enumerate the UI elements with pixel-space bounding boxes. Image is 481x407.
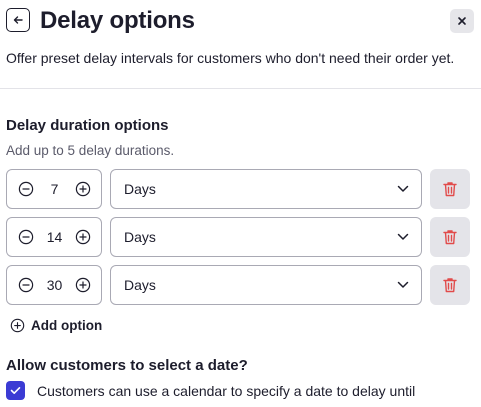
modal-header: Delay options <box>6 6 474 36</box>
close-icon <box>458 17 466 25</box>
plus-circle-icon <box>75 277 91 293</box>
decrement-button[interactable] <box>18 277 34 293</box>
calendar-option: Customers can use a calendar to specify … <box>6 381 415 400</box>
trash-icon <box>443 278 457 293</box>
arrow-left-icon <box>13 16 23 24</box>
duration-unit-value: Days <box>124 229 156 245</box>
chevron-down-icon <box>397 281 409 288</box>
plus-circle-icon <box>75 229 91 245</box>
checkmark-icon <box>10 387 21 394</box>
divider <box>0 88 481 89</box>
page-title: Delay options <box>40 7 195 34</box>
close-button[interactable] <box>450 9 474 33</box>
trash-icon <box>443 230 457 245</box>
duration-row: 7 Days <box>6 169 470 209</box>
duration-unit-select[interactable]: Days <box>110 265 422 305</box>
minus-circle-icon <box>18 181 34 197</box>
delete-duration-button[interactable] <box>430 265 470 305</box>
increment-button[interactable] <box>75 181 91 197</box>
plus-circle-icon <box>10 318 25 333</box>
plus-circle-icon <box>75 181 91 197</box>
delete-duration-button[interactable] <box>430 217 470 257</box>
duration-row: 30 Days <box>6 265 470 305</box>
trash-icon <box>443 182 457 197</box>
page-subtitle: Offer preset delay intervals for custome… <box>6 50 455 66</box>
duration-unit-select[interactable]: Days <box>110 217 422 257</box>
duration-value[interactable]: 30 <box>40 277 70 293</box>
calendar-checkbox-label[interactable]: Customers can use a calendar to specify … <box>37 383 415 399</box>
duration-stepper: 7 <box>6 169 102 209</box>
duration-unit-value: Days <box>124 277 156 293</box>
chevron-down-icon <box>397 233 409 240</box>
duration-value[interactable]: 7 <box>40 181 70 197</box>
add-option-button[interactable]: Add option <box>10 318 102 333</box>
increment-button[interactable] <box>75 229 91 245</box>
back-button[interactable] <box>6 8 30 32</box>
chevron-down-icon <box>397 185 409 192</box>
duration-unit-value: Days <box>124 181 156 197</box>
decrement-button[interactable] <box>18 181 34 197</box>
duration-value[interactable]: 14 <box>40 229 70 245</box>
delay-durations-hint: Add up to 5 delay durations. <box>6 143 175 158</box>
increment-button[interactable] <box>75 277 91 293</box>
decrement-button[interactable] <box>18 229 34 245</box>
delete-duration-button[interactable] <box>430 169 470 209</box>
duration-stepper: 30 <box>6 265 102 305</box>
date-select-heading: Allow customers to select a date? <box>6 357 248 374</box>
duration-stepper: 14 <box>6 217 102 257</box>
minus-circle-icon <box>18 229 34 245</box>
duration-unit-select[interactable]: Days <box>110 169 422 209</box>
add-option-label: Add option <box>31 318 103 333</box>
calendar-checkbox[interactable] <box>6 381 25 400</box>
minus-circle-icon <box>18 277 34 293</box>
duration-row: 14 Days <box>6 217 470 257</box>
delay-durations-heading: Delay duration options <box>6 117 169 134</box>
